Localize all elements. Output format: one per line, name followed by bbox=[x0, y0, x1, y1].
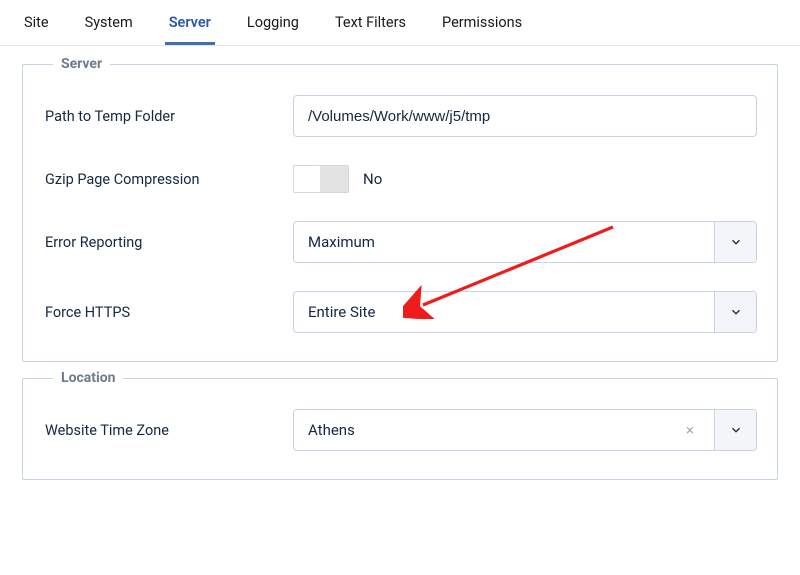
path-row: Path to Temp Folder bbox=[45, 95, 757, 137]
tab-server[interactable]: Server bbox=[165, 0, 215, 45]
location-fieldset: Location Website Time Zone Athens × bbox=[22, 378, 778, 480]
error-select-value: Maximum bbox=[294, 222, 714, 262]
toggle-handle bbox=[294, 166, 320, 192]
error-row: Error Reporting Maximum bbox=[45, 221, 757, 263]
content-area: Server Path to Temp Folder Gzip Page Com… bbox=[0, 46, 800, 514]
path-input[interactable] bbox=[293, 95, 757, 137]
location-legend: Location bbox=[53, 370, 123, 386]
path-label: Path to Temp Folder bbox=[45, 108, 293, 125]
server-fieldset: Server Path to Temp Folder Gzip Page Com… bbox=[22, 64, 778, 362]
tab-text-filters[interactable]: Text Filters bbox=[331, 0, 410, 45]
https-row: Force HTTPS Entire Site bbox=[45, 291, 757, 333]
timezone-value: Athens bbox=[308, 421, 355, 439]
tab-site[interactable]: Site bbox=[20, 0, 53, 45]
tab-logging[interactable]: Logging bbox=[243, 0, 303, 45]
https-select-value: Entire Site bbox=[294, 292, 714, 332]
tab-bar: Site System Server Logging Text Filters … bbox=[0, 0, 800, 46]
https-label: Force HTTPS bbox=[45, 304, 293, 321]
chevron-down-icon bbox=[714, 222, 756, 262]
gzip-toggle[interactable] bbox=[293, 165, 349, 193]
clear-icon[interactable]: × bbox=[680, 421, 700, 439]
gzip-row: Gzip Page Compression No bbox=[45, 165, 757, 193]
timezone-row: Website Time Zone Athens × bbox=[45, 409, 757, 451]
server-legend: Server bbox=[53, 56, 110, 72]
gzip-toggle-label: No bbox=[363, 170, 382, 188]
timezone-label: Website Time Zone bbox=[45, 422, 293, 439]
https-select[interactable]: Entire Site bbox=[293, 291, 757, 333]
timezone-select[interactable]: Athens × bbox=[293, 409, 757, 451]
error-select[interactable]: Maximum bbox=[293, 221, 757, 263]
gzip-label: Gzip Page Compression bbox=[45, 171, 293, 188]
tab-system[interactable]: System bbox=[81, 0, 137, 45]
chevron-down-icon bbox=[714, 410, 756, 450]
error-label: Error Reporting bbox=[45, 234, 293, 251]
tab-permissions[interactable]: Permissions bbox=[438, 0, 526, 45]
chevron-down-icon bbox=[714, 292, 756, 332]
